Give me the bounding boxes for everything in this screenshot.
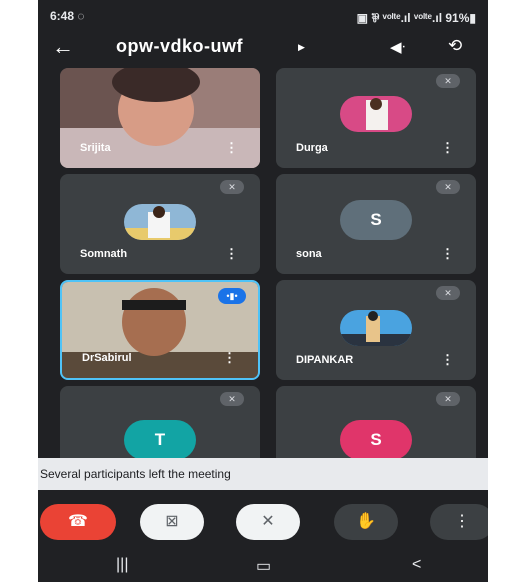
- mic-off-icon: ✕: [436, 74, 460, 88]
- mic-off-icon: ✕: [220, 392, 244, 406]
- participant-tile[interactable]: ✕ DIPANKAR ⋮: [276, 280, 476, 380]
- more-vert-icon[interactable]: ⋮: [441, 140, 454, 156]
- more-vert-icon[interactable]: ⋮: [225, 246, 238, 262]
- mic-off-icon: ✕: [436, 392, 460, 406]
- mic-off-icon: ✕: [220, 180, 244, 194]
- participant-tile[interactable]: ✕ S sona ⋮: [276, 174, 476, 274]
- expand-caret-icon[interactable]: ▶: [298, 42, 305, 53]
- participant-name: Srijita: [80, 142, 111, 154]
- mic-off-button[interactable]: ✕: [236, 504, 300, 540]
- status-time: 6:48 ◌: [50, 9, 85, 23]
- mic-off-icon: ✕: [436, 286, 460, 300]
- audio-level-icon: •▮•: [218, 288, 246, 304]
- meet-screen: 6:48 ◌ ▣ ⅌ ᵛᵒˡᵗᵉ.ıl ᵛᵒˡᵗᵉ.ıl 91%▮ ← opw-…: [38, 0, 488, 582]
- raise-hand-button[interactable]: ✋: [334, 504, 398, 540]
- mic-off-icon: ✕: [436, 180, 460, 194]
- speaker-icon[interactable]: ◀ᐧ: [390, 38, 405, 56]
- home-icon[interactable]: ▭: [256, 556, 271, 576]
- more-vert-icon[interactable]: ⋮: [223, 350, 236, 366]
- more-vert-icon[interactable]: ⋮: [441, 352, 454, 368]
- toast-message: Several participants left the meeting: [38, 458, 488, 490]
- switch-camera-icon[interactable]: ⟲: [448, 36, 462, 56]
- back-nav-icon[interactable]: <: [412, 556, 421, 574]
- participant-name: sona: [296, 248, 322, 260]
- end-call-button[interactable]: ☎: [40, 504, 116, 540]
- participant-name: Somnath: [80, 248, 128, 260]
- avatar: [340, 310, 412, 346]
- more-options-button[interactable]: ⋮: [430, 504, 488, 540]
- system-nav-bar: ||| ▭ <: [38, 550, 488, 582]
- avatar: S: [340, 420, 412, 460]
- avatar: [124, 204, 196, 240]
- participant-name: Durga: [296, 142, 328, 154]
- more-vert-icon[interactable]: ⋮: [225, 140, 238, 156]
- participant-tile[interactable]: Srijita ⋮: [60, 68, 260, 168]
- participant-name: DrSabirul: [82, 352, 132, 364]
- participant-tile[interactable]: •▮• DrSabirul ⋮: [60, 280, 260, 380]
- status-bar: 6:48 ◌ ▣ ⅌ ᵛᵒˡᵗᵉ.ıl ᵛᵒˡᵗᵉ.ıl 91%▮: [38, 0, 488, 32]
- call-controls: ☎ ⊠ ✕ ✋ ⋮: [38, 500, 488, 548]
- avatar: [340, 96, 412, 132]
- avatar: T: [124, 420, 196, 460]
- recent-apps-icon[interactable]: |||: [116, 556, 128, 574]
- top-bar: ← opw-vdko-uwf ▶ ◀ᐧ ⟲: [38, 30, 488, 66]
- status-indicators: ▣ ⅌ ᵛᵒˡᵗᵉ.ıl ᵛᵒˡᵗᵉ.ıl 91%▮: [356, 11, 476, 25]
- participant-name: DIPANKAR: [296, 354, 354, 366]
- video-off-button[interactable]: ⊠: [140, 504, 204, 540]
- participant-tile[interactable]: ✕ Somnath ⋮: [60, 174, 260, 274]
- avatar: S: [340, 200, 412, 240]
- back-arrow-icon[interactable]: ←: [52, 34, 74, 60]
- meeting-code[interactable]: opw-vdko-uwf: [116, 36, 243, 57]
- more-vert-icon[interactable]: ⋮: [441, 246, 454, 262]
- participant-tile[interactable]: ✕ Durga ⋮: [276, 68, 476, 168]
